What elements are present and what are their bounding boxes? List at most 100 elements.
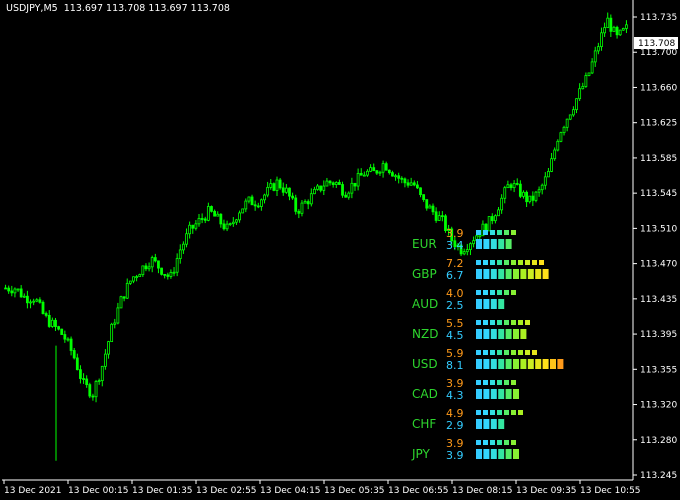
strength-bar-top: [497, 350, 502, 355]
price-tick-label: 113.470: [640, 260, 677, 270]
candle-body: [559, 132, 563, 142]
time-tick-label: 13 Dec 00:15: [68, 486, 129, 496]
time-tick-label: 13 Dec 06:55: [388, 486, 449, 496]
strength-bar-bottom: [476, 389, 482, 399]
strength-bar-bottom: [476, 419, 482, 429]
time-tick-label: 13 Dec 2021: [4, 486, 62, 496]
strength-bar-top: [476, 350, 481, 355]
candle-body: [484, 223, 488, 232]
candle-body: [306, 201, 310, 205]
candle-body: [409, 182, 413, 186]
strength-bar-top: [476, 230, 481, 235]
candle-body: [503, 187, 507, 199]
currency-label-eur: EUR: [412, 237, 437, 251]
candle-body: [82, 378, 85, 380]
currency-label-jpy: JPY: [411, 447, 431, 461]
candle-body: [241, 208, 245, 214]
strength-bar-bottom: [513, 389, 519, 399]
candle-body: [621, 28, 625, 31]
candle-body: [381, 163, 385, 173]
candle-body: [356, 173, 360, 187]
candle-body: [578, 88, 582, 100]
strength-bar-bottom: [520, 269, 527, 279]
candle-body: [334, 182, 338, 186]
strength-bar-bottom: [476, 449, 482, 459]
candle-body: [362, 174, 366, 177]
candle-body: [32, 300, 36, 303]
candle-body: [132, 276, 135, 282]
strength-bar-top: [518, 260, 523, 265]
candle-body: [250, 196, 254, 206]
strength-bar-bottom: [490, 329, 497, 339]
strength-bar-bottom: [557, 359, 564, 369]
price-tick-label: 113.585: [640, 154, 677, 164]
strength-bar-top: [483, 350, 488, 355]
candle-body: [344, 194, 348, 198]
strength-bar-top: [490, 320, 495, 325]
strength-bar-top: [490, 380, 495, 385]
candle-body: [175, 258, 179, 273]
strength-bar-bottom: [535, 269, 542, 279]
candle-body: [316, 185, 319, 190]
strength-bar-top: [490, 230, 495, 235]
price-tick-label: 113.280: [640, 436, 677, 446]
candle-body: [341, 184, 344, 196]
candle-body: [562, 126, 566, 134]
candle-body: [525, 191, 528, 203]
candle-body: [378, 171, 382, 174]
candle-body: [497, 209, 500, 217]
strength-bar-top: [539, 260, 544, 265]
currency-label-aud: AUD: [412, 297, 438, 311]
strength-bar-top: [497, 230, 502, 235]
strength-bar-bottom: [490, 359, 497, 369]
candle-body: [57, 326, 60, 330]
chart-window[interactable]: USDJPY,M5 113.697 113.708 113.697 113.70…: [0, 0, 680, 500]
strength-bar-top: [490, 410, 495, 415]
candle-body: [125, 282, 129, 299]
candle-body: [397, 175, 401, 179]
strength-bar-top: [497, 410, 502, 415]
strength-bar-top: [476, 410, 481, 415]
candle-body: [275, 179, 279, 191]
candle-body: [506, 184, 510, 189]
strength-bar-top: [504, 320, 509, 325]
strength-bar-top: [532, 350, 537, 355]
candle-body: [10, 290, 14, 294]
strength-bar-top: [497, 320, 502, 325]
candle-body: [141, 265, 145, 276]
price-chart[interactable]: 113.735 113.700 113.660 113.625 113.585 113.5…: [0, 0, 680, 500]
currency-label-gbp: GBP: [412, 267, 437, 281]
candle-body: [478, 235, 482, 238]
candle-body: [337, 182, 341, 185]
time-tick-label: 13 Dec 10:55: [580, 486, 641, 496]
candle-body: [359, 173, 363, 176]
strength-bar-top: [483, 230, 488, 235]
candle-body: [185, 233, 188, 245]
strength-bar-bottom: [490, 239, 497, 249]
candle-body: [231, 221, 235, 225]
time-tick-label: 13 Dec 01:35: [132, 486, 193, 496]
strength-bar-top: [476, 320, 481, 325]
strength-bar-top: [490, 440, 495, 445]
strength-bar-top: [518, 320, 523, 325]
strength-bar-bottom: [490, 419, 497, 429]
strength-bar-bottom: [476, 239, 482, 249]
candle-body: [609, 17, 613, 32]
strength-bar-bottom: [476, 329, 482, 339]
strength-bar-bottom: [498, 419, 505, 429]
strength-bar-bottom: [520, 359, 527, 369]
candle-body: [144, 265, 148, 270]
candle-body: [122, 296, 126, 299]
strength-value-bottom: 8.1: [446, 359, 464, 372]
candle-body: [54, 319, 57, 328]
candle-body: [22, 295, 26, 298]
candle-body: [615, 26, 619, 36]
candle-body: [157, 260, 160, 269]
candle-body: [4, 287, 7, 290]
candle-body: [50, 319, 54, 327]
candle-body: [288, 187, 291, 197]
candle-body: [372, 167, 376, 172]
candle-body: [13, 288, 17, 294]
strength-value-bottom: 2.9: [446, 419, 464, 432]
candle-body: [225, 223, 229, 230]
